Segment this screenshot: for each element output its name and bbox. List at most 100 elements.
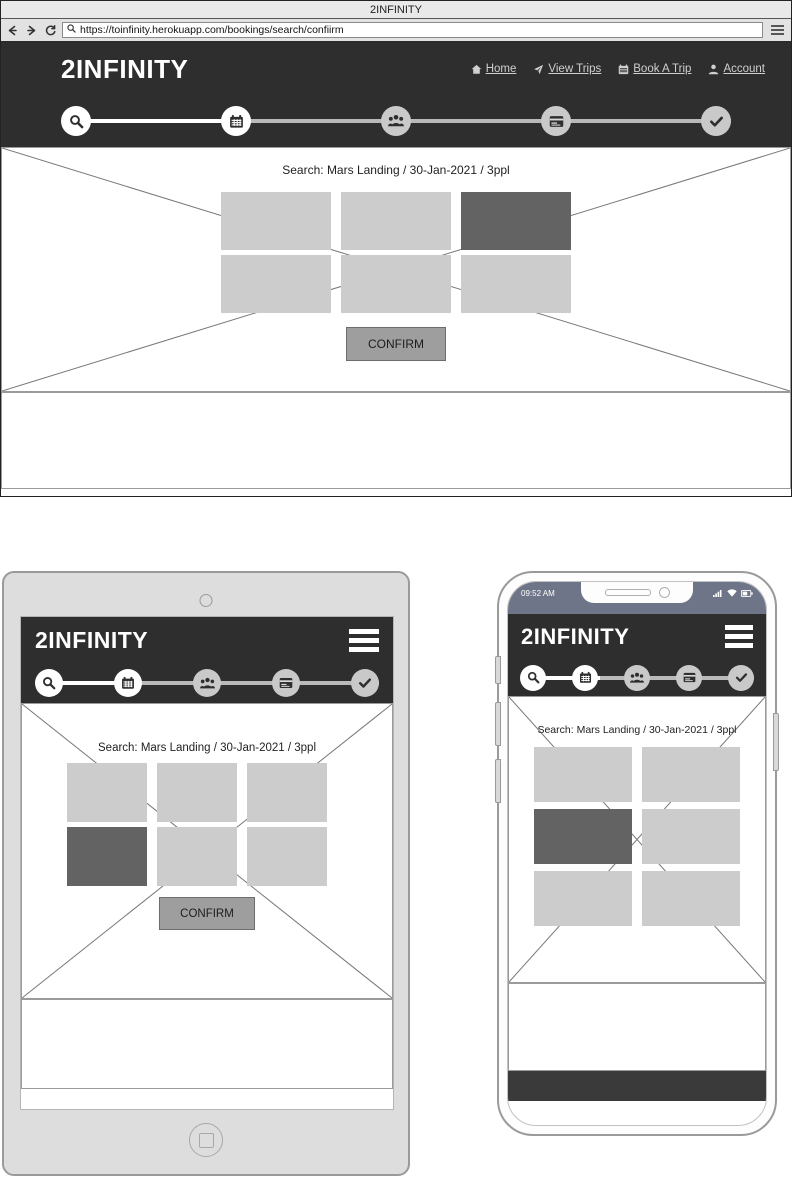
nav-item-home[interactable]: Home bbox=[471, 63, 516, 75]
nav-item-book-a-trip[interactable]: Book A Trip bbox=[618, 63, 691, 75]
site-header: 2INFINITY Home View Trips Book A Trip Ac… bbox=[1, 43, 791, 95]
url-bar[interactable]: https://toinfinity.herokuapp.com/booking… bbox=[62, 22, 763, 38]
wifi-icon bbox=[727, 589, 737, 599]
nav-item-view-trips[interactable]: View Trips bbox=[533, 63, 601, 75]
browser-menu-icon[interactable] bbox=[768, 22, 787, 38]
step-search[interactable] bbox=[520, 664, 546, 691]
booking-stepper bbox=[1, 95, 791, 147]
search-icon bbox=[67, 24, 76, 36]
step-confirm[interactable] bbox=[701, 106, 731, 136]
hamburger-icon[interactable] bbox=[725, 625, 753, 648]
phone-status-bar: 09:52 AM bbox=[508, 582, 766, 614]
browser-toolbar: https://toinfinity.herokuapp.com/booking… bbox=[1, 19, 791, 43]
hamburger-icon[interactable] bbox=[349, 628, 379, 652]
confirm-button[interactable]: CONFIRM bbox=[159, 897, 255, 930]
result-card[interactable] bbox=[157, 763, 237, 822]
home-icon bbox=[471, 64, 482, 75]
brand-logo[interactable]: 2INFINITY bbox=[61, 54, 188, 85]
person-icon bbox=[708, 64, 719, 75]
tablet-device-frame: 2INFINITY Search: Mars Landing / 30-Jan-… bbox=[2, 571, 410, 1176]
result-card[interactable] bbox=[247, 763, 327, 822]
tablet-camera-icon bbox=[199, 594, 213, 607]
browser-window: 2INFINITY https://toinfinity.herokuapp.c… bbox=[0, 0, 792, 497]
phone-footer-area bbox=[508, 983, 766, 1071]
url-text: https://toinfinity.herokuapp.com/booking… bbox=[80, 24, 344, 36]
result-card-selected[interactable] bbox=[534, 809, 632, 864]
result-card[interactable] bbox=[642, 747, 740, 802]
booking-stepper bbox=[21, 663, 393, 703]
forward-icon[interactable] bbox=[24, 22, 38, 38]
phone-bottom-bar bbox=[508, 1071, 766, 1101]
nav-item-view-trips-label: View Trips bbox=[548, 63, 602, 75]
result-card[interactable] bbox=[461, 255, 571, 313]
status-time: 09:52 AM bbox=[521, 589, 555, 598]
result-card[interactable] bbox=[642, 871, 740, 926]
step-payment[interactable] bbox=[272, 669, 300, 697]
calendar-icon bbox=[618, 64, 629, 75]
step-search[interactable] bbox=[35, 669, 63, 697]
phone-site-header: 2INFINITY bbox=[508, 614, 766, 659]
result-card[interactable] bbox=[247, 827, 327, 886]
confirm-area: CONFIRM bbox=[2, 313, 790, 361]
desktop-footer-area bbox=[1, 392, 791, 489]
step-date[interactable] bbox=[572, 664, 598, 691]
result-card[interactable] bbox=[67, 763, 147, 822]
phone-notch bbox=[581, 582, 693, 603]
desktop-content-area: Search: Mars Landing / 30-Jan-2021 / 3pp… bbox=[1, 147, 791, 392]
result-card-selected[interactable] bbox=[67, 827, 147, 886]
browser-titlebar: 2INFINITY bbox=[1, 1, 791, 19]
step-search[interactable] bbox=[61, 106, 91, 136]
step-passengers[interactable] bbox=[624, 664, 650, 691]
result-card[interactable] bbox=[157, 827, 237, 886]
result-card[interactable] bbox=[534, 747, 632, 802]
tablet-site-header: 2INFINITY bbox=[21, 617, 393, 663]
results-grid bbox=[67, 763, 347, 886]
site-nav: Home View Trips Book A Trip Account bbox=[471, 63, 765, 75]
tablet-screen: 2INFINITY Search: Mars Landing / 30-Jan-… bbox=[20, 616, 394, 1110]
phone-content-area: Search: Mars Landing / 30-Jan-2021 / 3pp… bbox=[508, 696, 766, 983]
result-card[interactable] bbox=[642, 809, 740, 864]
phone-screen: 09:52 AM 2INFINITY Search: Mars Landing … bbox=[507, 581, 767, 1126]
phone-speaker-icon bbox=[604, 589, 651, 596]
step-date[interactable] bbox=[221, 106, 251, 136]
tablet-footer-area bbox=[21, 999, 393, 1089]
nav-item-account[interactable]: Account bbox=[708, 63, 765, 75]
confirm-area: CONFIRM bbox=[22, 886, 392, 930]
paper-plane-icon bbox=[533, 64, 544, 75]
step-passengers[interactable] bbox=[381, 106, 411, 136]
result-card[interactable] bbox=[221, 255, 331, 313]
phone-power-button[interactable] bbox=[773, 713, 779, 771]
result-card[interactable] bbox=[534, 871, 632, 926]
results-grid bbox=[534, 747, 740, 926]
brand-logo[interactable]: 2INFINITY bbox=[35, 627, 148, 654]
step-payment[interactable] bbox=[541, 106, 571, 136]
result-card[interactable] bbox=[221, 192, 331, 250]
back-icon[interactable] bbox=[5, 22, 19, 38]
tablet-home-button[interactable] bbox=[189, 1123, 223, 1157]
step-payment[interactable] bbox=[676, 664, 702, 691]
step-passengers[interactable] bbox=[193, 669, 221, 697]
search-summary: Search: Mars Landing / 30-Jan-2021 / 3pp… bbox=[537, 724, 737, 736]
step-confirm[interactable] bbox=[728, 664, 754, 691]
confirm-button[interactable]: CONFIRM bbox=[346, 327, 446, 361]
nav-item-account-label: Account bbox=[723, 63, 765, 75]
signal-bars-icon bbox=[713, 589, 723, 599]
search-summary: Search: Mars Landing / 30-Jan-2021 / 3pp… bbox=[282, 163, 510, 177]
result-card[interactable] bbox=[341, 255, 451, 313]
brand-logo[interactable]: 2INFINITY bbox=[521, 624, 629, 650]
phone-device-frame: 09:52 AM 2INFINITY Search: Mars Landing … bbox=[495, 571, 779, 1136]
phone-volume-up-button[interactable] bbox=[495, 702, 501, 746]
result-card-selected[interactable] bbox=[461, 192, 571, 250]
browser-window-title: 2INFINITY bbox=[370, 3, 422, 16]
status-icons bbox=[713, 589, 753, 599]
battery-icon bbox=[740, 589, 753, 599]
phone-front-camera-icon bbox=[658, 587, 670, 598]
step-confirm[interactable] bbox=[351, 669, 379, 697]
reload-icon[interactable] bbox=[43, 22, 57, 38]
step-date[interactable] bbox=[114, 669, 142, 697]
result-card[interactable] bbox=[341, 192, 451, 250]
phone-volume-down-button[interactable] bbox=[495, 759, 501, 803]
tablet-content-area: Search: Mars Landing / 30-Jan-2021 / 3pp… bbox=[21, 703, 393, 999]
phone-silent-switch[interactable] bbox=[495, 656, 501, 684]
nav-item-book-a-trip-label: Book A Trip bbox=[633, 63, 692, 75]
